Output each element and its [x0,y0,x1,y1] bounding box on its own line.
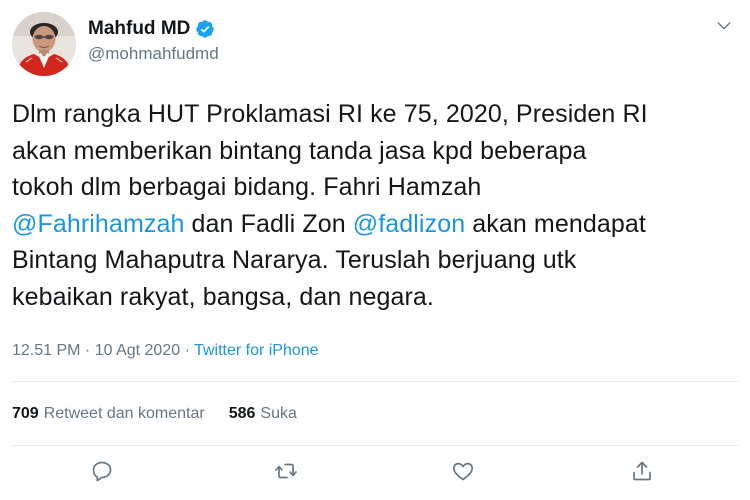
user-identity: Mahfud MD @mohmahfudmd [88,18,219,65]
tweet-text-line: akan memberikan bintang tanda jasa kpd b… [12,133,738,170]
tweet-text-line: Dlm rangka HUT Proklamasi RI ke 75, 2020… [12,96,738,133]
retweets-stat[interactable]: 709 Retweet dan komentar [12,403,205,425]
retweet-icon [274,459,298,488]
tweet-stats: 709 Retweet dan komentar 586 Suka [12,403,297,425]
display-name-row[interactable]: Mahfud MD [88,18,219,40]
likes-label: Suka [260,405,297,422]
mention-link[interactable]: @Fahrihamzah [12,210,184,238]
likes-stat[interactable]: 586 Suka [229,403,297,425]
meta-separator: · [180,342,195,359]
tweet-text-line: tokoh dlm berbagai bidang. Fahri Hamzah [12,169,738,206]
retweets-count: 709 [12,405,39,422]
divider [12,381,738,382]
like-button[interactable] [449,459,477,487]
tweet-date[interactable]: 10 Agt 2020 [95,342,180,359]
tweet-text-segment: Dlm rangka HUT Proklamasi RI ke 75, 2020… [12,100,648,128]
tweet-text-segment: akan memberikan bintang tanda jasa kpd b… [12,136,587,165]
tweet-text-segment: kebaikan rakyat, bangsa, dan negara. [12,282,434,311]
tweet-text-line: @Fahrihamzah dan Fadli Zon @fadlizon aka… [12,206,738,243]
meta-separator: · [80,342,95,359]
tweet-card: Mahfud MD @mohmahfudmd Dlm rangka HUT Pr… [0,0,750,500]
user-handle[interactable]: @mohmahfudmd [88,43,219,65]
share-button[interactable] [628,459,656,487]
reply-icon [90,459,114,488]
tweet-source-link[interactable]: Twitter for iPhone [194,342,319,359]
reply-button[interactable] [88,459,116,487]
tweet-text-segment: dan Fadli Zon [184,209,353,238]
tweet-time[interactable]: 12.51 PM [12,342,80,359]
tweet-actions [0,453,750,493]
divider [12,445,738,446]
share-icon [630,459,654,488]
tweet-text: Dlm rangka HUT Proklamasi RI ke 75, 2020… [12,96,738,316]
verified-badge-icon [195,19,215,39]
tweet-header: Mahfud MD @mohmahfudmd [12,12,738,76]
tweet-meta: 12.51 PM · 10 Agt 2020 · Twitter for iPh… [12,341,319,361]
tweet-text-segment: akan mendapat [465,209,646,238]
avatar[interactable] [12,12,76,76]
display-name[interactable]: Mahfud MD [88,18,190,40]
tweet-text-line: kebaikan rakyat, bangsa, dan negara. [12,279,738,316]
tweet-text-segment: Bintang Mahaputra Nararya. Teruslah berj… [12,246,577,275]
retweet-button[interactable] [272,459,300,487]
chevron-down-icon [715,17,733,40]
tweet-text-line: Bintang Mahaputra Nararya. Teruslah berj… [12,242,738,279]
likes-count: 586 [228,405,256,422]
retweets-label: Retweet dan komentar [43,405,205,422]
mention-link[interactable]: @fadlizon [353,210,465,238]
more-options-button[interactable] [710,14,738,42]
tweet-text-segment: tokoh dlm berbagai bidang. Fahri Hamzah [12,173,482,202]
heart-icon [451,459,475,488]
